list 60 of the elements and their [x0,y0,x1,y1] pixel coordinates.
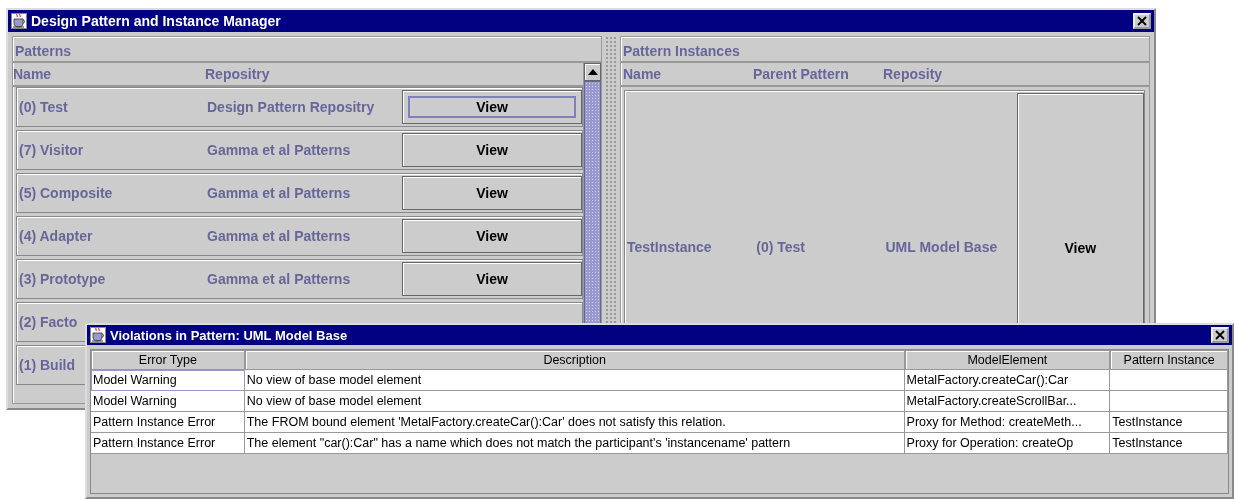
table-cell: The FROM bound element 'MetalFactory.createCar():Car' does not satisfy this relation. [244,412,905,433]
table-cell: No view of base model element [244,391,905,412]
close-icon [1137,16,1147,26]
table-cell: TestInstance [1110,433,1228,454]
column-header: Error Type [91,350,245,370]
scroll-up-button[interactable] [584,63,601,81]
table-cell: Gamma et al Patterns [207,185,351,201]
table-cell: Pattern Instance Error [91,412,245,433]
column-header: Repositry [205,66,270,82]
column-header: ModelElement [904,350,1111,370]
view-button[interactable]: View [402,133,582,167]
table-cell: Proxy for Method: createMeth... [904,412,1111,433]
window-title: Violations in Pattern: UML Model Base [110,327,349,343]
pattern-row[interactable]: (0) Test Design Pattern Repositry View [16,87,583,127]
table-cell: Model Warning [91,391,245,412]
panel-title: Pattern Instances [622,42,741,61]
table-cell-text: (2) Facto [18,314,78,330]
table-cell: Gamma et al Patterns [207,142,351,158]
column-header: Reposity [883,66,944,82]
coffee-cup-icon [90,327,106,343]
coffee-cup-icon [11,13,27,29]
table-cell: No view of base model element [244,370,905,391]
table-cell: MetalFactory.createCar():Car [904,370,1111,391]
table-cell: Gamma et al Patterns [207,271,351,287]
pattern-row[interactable]: (3) Prototype Gamma et al Patterns View [16,259,583,299]
column-header: Description [244,350,905,370]
pattern-row[interactable]: (7) Visitor Gamma et al Patterns View [16,130,583,170]
table-cell-text: (0) Test [756,238,806,255]
table-cell: MetalFactory.createScrollBar... [904,391,1111,412]
column-header: Name [13,66,53,82]
table-cell-text: UML Model Base [885,238,999,255]
close-icon [1215,330,1225,340]
close-button[interactable] [1133,13,1151,29]
table-cell-text: (0) Test [18,99,68,115]
view-button[interactable]: View [402,176,582,210]
view-button[interactable]: View [402,219,582,253]
column-header: Pattern Instance [1110,350,1228,370]
table-cell: TestInstance [1110,412,1228,433]
column-header: Name [622,66,663,82]
table-cell: Proxy for Operation: createOp [904,433,1111,454]
table-cell-text: (1) Build [18,357,75,373]
window-title: Design Pattern and Instance Manager [31,13,282,29]
view-button[interactable]: View [402,262,582,296]
table-cell: Design Pattern Repositry [207,99,375,115]
view-button[interactable]: View [402,90,582,124]
table-cell: Gamma et al Patterns [207,228,351,244]
table-cell: The element "car():Car" has a name which does not match the participant's 'instancename' pattern [244,433,905,454]
table-cell: Model Warning [91,370,245,391]
table-cell: Pattern Instance Error [91,433,245,454]
pattern-row[interactable]: (5) Composite Gamma et al Patterns View [16,173,583,213]
close-button[interactable] [1211,327,1229,343]
table-cell-text: (7) Visitor [18,142,84,158]
table-cell-text: (5) Composite [18,185,113,201]
table-cell-text: (3) Prototype [18,271,106,287]
table-cell-text: (4) Adapter [18,228,93,244]
column-header: Parent Pattern [753,66,850,82]
pattern-row[interactable]: (4) Adapter Gamma et al Patterns View [16,216,583,256]
table-cell-text: TestInstance [626,238,713,255]
panel-title: Patterns [14,42,73,61]
up-arrow-icon [587,69,598,75]
